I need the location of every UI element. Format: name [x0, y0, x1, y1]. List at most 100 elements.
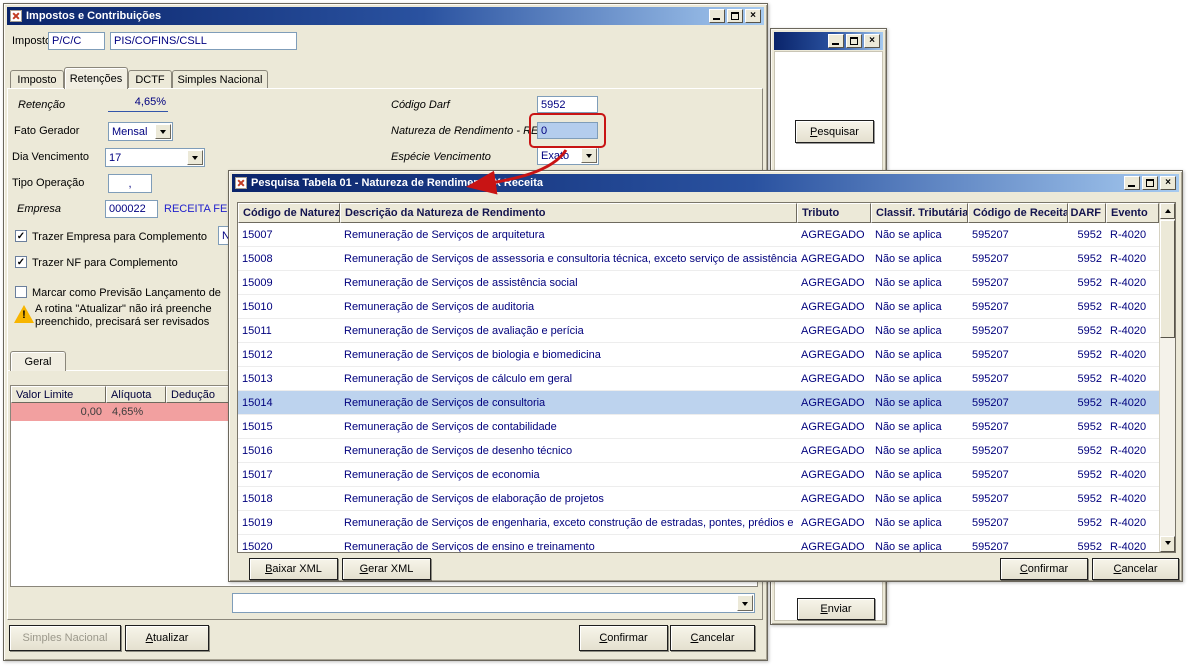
cell-descricao: Remuneração de Serviços de elaboração de…	[344, 492, 604, 505]
cell-codigo: 15013	[242, 372, 273, 385]
cell-classif: Não se aplica	[875, 396, 942, 409]
table-row[interactable]: 15011 Remuneração de Serviços de avaliaçã…	[238, 319, 1159, 343]
especie-vencimento-value: Exato	[541, 149, 570, 162]
bottom-combo[interactable]	[232, 593, 755, 613]
cell-descricao: Remuneração de Serviços de assessoria e …	[344, 252, 797, 265]
vertical-scrollbar[interactable]	[1159, 203, 1175, 552]
cancelar-button[interactable]: Cancelar	[670, 625, 755, 651]
column-header-descricao[interactable]: Descrição da Natureza de Rendimento	[340, 203, 797, 223]
scroll-up-button[interactable]	[1160, 203, 1175, 219]
table-row[interactable]: 15015 Remuneração de Serviços de contabil…	[238, 415, 1159, 439]
pesquisar-button[interactable]: Pesquisar	[795, 120, 874, 143]
trazer-empresa-label: Trazer Empresa para Complemento	[32, 231, 208, 243]
imposto-code-field[interactable]: P/C/C	[48, 32, 105, 50]
cell-tributo: AGREGADO	[801, 516, 865, 529]
scroll-down-button[interactable]	[1160, 536, 1175, 552]
fato-gerador-combo[interactable]: Mensal	[108, 122, 173, 141]
dropdown-button[interactable]	[737, 595, 753, 611]
confirmar-button[interactable]: Confirmar	[1000, 558, 1088, 580]
table-row[interactable]: 15010 Remuneração de Serviços de auditori…	[238, 295, 1159, 319]
cell-tributo: AGREGADO	[801, 300, 865, 313]
dropdown-button[interactable]	[187, 150, 203, 165]
maximize-button[interactable]	[727, 9, 743, 23]
warning-text-line2: preenchido, precisará ser revisados	[35, 316, 210, 328]
cell-evento: R-4020	[1110, 540, 1147, 553]
especie-vencimento-combo[interactable]: Exato	[537, 146, 599, 165]
dropdown-button[interactable]	[581, 148, 597, 163]
cell-classif: Não se aplica	[875, 444, 942, 457]
cell-darf: 5952	[1077, 228, 1102, 241]
tab-retencoes[interactable]: Retenções	[64, 67, 128, 89]
impostos-window-titlebar[interactable]: Impostos e Contribuições ×	[7, 7, 764, 25]
table-row[interactable]: 15012 Remuneração de Serviços de biologia…	[238, 343, 1159, 367]
tab-dctf[interactable]: DCTF	[128, 70, 172, 89]
tab-geral[interactable]: Geral	[10, 351, 66, 371]
table-row-selected[interactable]: 15014 Remuneração de Serviços de consulto…	[238, 391, 1159, 415]
close-button[interactable]: ×	[1160, 176, 1176, 190]
confirmar-button[interactable]: Confirmar	[579, 625, 668, 651]
trazer-nf-checkbox[interactable]: ✓	[15, 256, 27, 268]
minimize-button[interactable]	[709, 9, 725, 23]
tipo-operacao-field[interactable]: ,	[108, 174, 152, 193]
maximize-button[interactable]	[846, 34, 862, 48]
cell-aliquota: 4,65%	[112, 406, 144, 418]
table-row[interactable]: 15009 Remuneração de Serviços de assistên…	[238, 271, 1159, 295]
trazer-empresa-checkbox[interactable]: ✓	[15, 230, 27, 242]
codigo-darf-field[interactable]: 5952	[537, 96, 598, 113]
cell-darf: 5952	[1077, 540, 1102, 553]
close-button[interactable]: ×	[864, 34, 880, 48]
table-row[interactable]: 15019 Remuneração de Serviços de engenhar…	[238, 511, 1159, 535]
previsao-lancamento-checkbox[interactable]	[15, 286, 27, 298]
cell-classif: Não se aplica	[875, 300, 942, 313]
cancelar-button[interactable]: Cancelar	[1092, 558, 1179, 580]
column-header-codigo-receita[interactable]: Código de Receita	[968, 203, 1068, 223]
cell-classif: Não se aplica	[875, 516, 942, 529]
table-row[interactable]: 15016 Remuneração de Serviços de desenho …	[238, 439, 1159, 463]
cell-tributo: AGREGADO	[801, 252, 865, 265]
table-row[interactable]: 15007 Remuneração de Serviços de arquitet…	[238, 223, 1159, 247]
pesquisa-window-titlebar[interactable]: Pesquisa Tabela 01 - Natureza de Rendime…	[232, 174, 1179, 192]
cell-evento: R-4020	[1110, 372, 1147, 385]
scrollbar-thumb[interactable]	[1160, 220, 1175, 338]
minimize-button[interactable]	[1124, 176, 1140, 190]
column-header-classif[interactable]: Classif. Tributária	[871, 203, 968, 223]
close-icon: ×	[869, 35, 875, 46]
cell-classif: Não se aplica	[875, 348, 942, 361]
column-header-valor-limite[interactable]: Valor Limite	[11, 386, 106, 403]
maximize-icon	[1146, 179, 1154, 187]
tab-imposto[interactable]: Imposto	[10, 70, 64, 89]
cell-tributo: AGREGADO	[801, 420, 865, 433]
imposto-name-field[interactable]: PIS/COFINS/CSLL	[110, 32, 297, 50]
cell-evento: R-4020	[1110, 276, 1147, 289]
close-button[interactable]: ×	[745, 9, 761, 23]
column-header-darf[interactable]: DARF	[1068, 203, 1106, 223]
minimize-icon	[832, 43, 839, 45]
table-row[interactable]: 15008 Remuneração de Serviços de assessor…	[238, 247, 1159, 271]
cell-tributo: AGREGADO	[801, 540, 865, 553]
table-row-partial[interactable]: 15020 Remuneração de Serviços de ensino e…	[238, 535, 1159, 552]
table-row[interactable]: 15013 Remuneração de Serviços de cálculo …	[238, 367, 1159, 391]
baixar-xml-button[interactable]: Baixar XML	[249, 558, 338, 580]
enviar-button[interactable]: Enviar	[797, 598, 875, 620]
cell-codigo: 15015	[242, 420, 273, 433]
dropdown-button[interactable]	[155, 124, 171, 139]
simples-nacional-button[interactable]: Simples Nacional	[9, 625, 121, 651]
background-window-titlebar[interactable]: ×	[774, 32, 883, 50]
column-header-deducao[interactable]: Dedução	[166, 386, 234, 403]
table-row[interactable]: 15018 Remuneração de Serviços de elaboraç…	[238, 487, 1159, 511]
cell-evento: R-4020	[1110, 300, 1147, 313]
gerar-xml-button[interactable]: Gerar XML	[342, 558, 431, 580]
minimize-button[interactable]	[828, 34, 844, 48]
dia-vencimento-combo[interactable]: 17	[105, 148, 205, 167]
column-header-tributo[interactable]: Tributo	[797, 203, 871, 223]
empresa-code-field[interactable]: 000022	[105, 200, 158, 218]
tab-simples-nacional[interactable]: Simples Nacional	[172, 70, 268, 89]
maximize-button[interactable]	[1142, 176, 1158, 190]
column-header-evento[interactable]: Evento	[1106, 203, 1159, 223]
cell-darf: 5952	[1077, 252, 1102, 265]
table-row[interactable]: 15017 Remuneração de Serviços de economia…	[238, 463, 1159, 487]
column-header-aliquota[interactable]: Alíquota	[106, 386, 166, 403]
column-header-codigo-natureza[interactable]: Código de Natureza	[238, 203, 340, 223]
atualizar-button[interactable]: Atualizar	[125, 625, 209, 651]
cell-tributo: AGREGADO	[801, 324, 865, 337]
